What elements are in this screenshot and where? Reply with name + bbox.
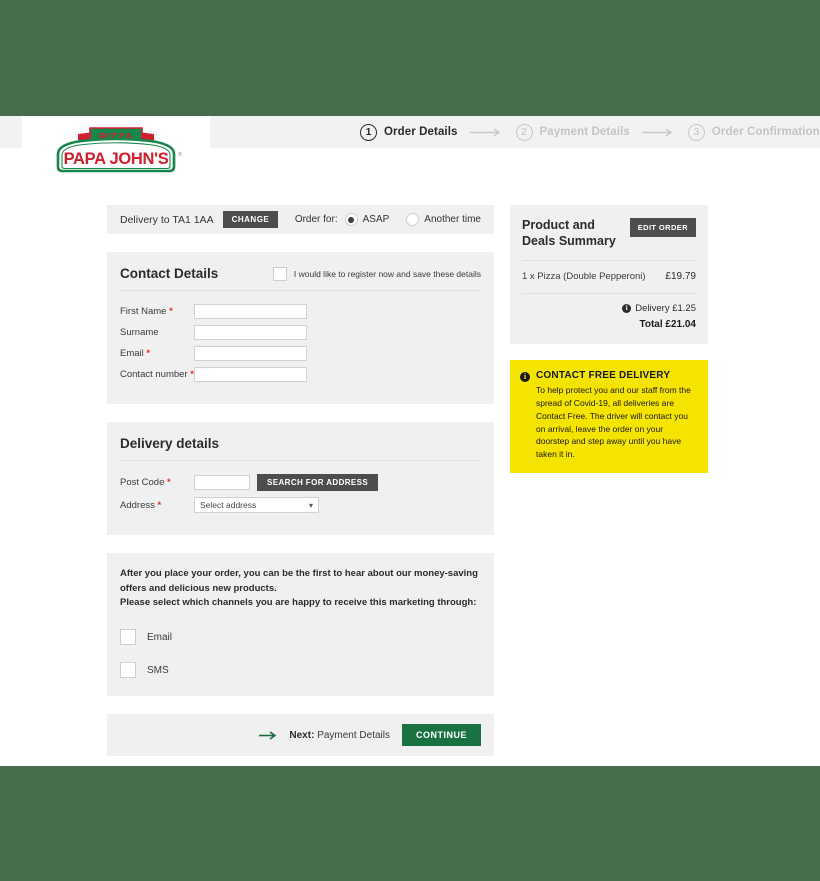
marketing-line-2: Please select which channels you are hap… <box>120 597 477 609</box>
field-row-surname: Surname <box>120 325 481 340</box>
postcode-label: Post Code * <box>120 477 171 488</box>
first-name-input[interactable] <box>194 304 307 319</box>
address-label: Address * <box>120 499 162 511</box>
order-for-label: Order for: <box>294 214 338 225</box>
radio-asap-label: ASAP <box>362 214 390 225</box>
contact-number-label: Contact number * <box>120 369 194 380</box>
info-icon: i <box>520 372 530 383</box>
address-select[interactable]: Select address ▾ <box>194 497 319 513</box>
delivery-address-bar: Delivery to TA1 1AA CHANGE Order for: AS… <box>107 205 494 234</box>
next-step-name: Payment Details <box>317 729 390 741</box>
info-icon[interactable]: i <box>622 304 632 314</box>
order-total-row: Total £21.04 <box>639 319 696 331</box>
delivery-details-header: Delivery details <box>120 436 481 461</box>
delivery-details-section: Delivery details Post Code * SEARCH FOR … <box>107 422 494 535</box>
radio-asap-input[interactable] <box>344 213 358 226</box>
svg-text:®: ® <box>178 151 182 158</box>
surname-label: Surname <box>120 327 159 338</box>
summary-totals: i Delivery £1.25 Total £21.04 <box>522 294 696 330</box>
delivery-details-title: Delivery details <box>120 436 220 451</box>
form-footer: Next: Payment Details CONTINUE <box>107 714 494 757</box>
first-name-label: First Name * <box>120 306 173 317</box>
page-sheet: PIZZA PAPA JOHN'S ® 1 Order Details 2 Pa… <box>0 116 820 766</box>
arrow-right-icon <box>259 731 279 740</box>
delivery-fee-row: i Delivery £1.25 <box>522 303 696 314</box>
marketing-preferences-section: After you place your order, you can be t… <box>107 553 494 697</box>
marketing-intro-text: After you place your order, you can be t… <box>120 567 481 611</box>
sms-marketing-label: SMS <box>147 664 169 676</box>
email-label: Email * <box>120 348 151 359</box>
radio-another-time-input[interactable] <box>406 213 420 226</box>
surname-input[interactable] <box>194 325 307 340</box>
next-step-text: Next: Payment Details <box>289 730 390 741</box>
step-arrow-icon <box>636 127 682 137</box>
step-payment-details[interactable]: 2 Payment Details <box>515 123 630 141</box>
svg-text:PAPA JOHN'S: PAPA JOHN'S <box>64 150 169 168</box>
contact-free-delivery-notice: i CONTACT FREE DELIVERY To help protect … <box>510 360 708 473</box>
edit-order-button[interactable]: EDIT ORDER <box>629 218 696 237</box>
notice-content: CONTACT FREE DELIVERY To help protect yo… <box>536 370 697 461</box>
product-deals-summary-panel: Product and Deals Summary EDIT ORDER 1 x… <box>510 205 708 345</box>
brand-logo[interactable]: PIZZA PAPA JOHN'S ® <box>22 116 210 182</box>
line-item-price: £19.79 <box>665 271 696 283</box>
address-select-value: Select address <box>200 500 257 510</box>
marketing-line-1: After you place your order, you can be t… <box>120 568 478 594</box>
change-address-button[interactable]: CHANGE <box>222 211 279 228</box>
step-number: 3 <box>687 123 705 141</box>
field-row-postcode: Post Code * SEARCH FOR ADDRESS <box>120 474 481 491</box>
checkout-form-column: Delivery to TA1 1AA CHANGE Order for: AS… <box>107 205 494 757</box>
summary-line-item: 1 x Pizza (Double Pepperoni) £19.79 <box>522 261 696 295</box>
field-row-first-name: First Name * <box>120 304 481 319</box>
order-summary-column: Product and Deals Summary EDIT ORDER 1 x… <box>510 205 708 473</box>
register-label: I would like to register now and save th… <box>293 268 481 279</box>
step-label: Order Details <box>384 126 458 138</box>
checkout-step-indicator: 1 Order Details 2 Payment Details 3 Orde… <box>360 116 820 148</box>
step-number: 2 <box>515 123 533 141</box>
register-checkbox[interactable] <box>272 266 287 281</box>
next-prefix: Next: <box>289 729 315 741</box>
contact-number-input[interactable] <box>194 367 307 382</box>
delivery-to-label: Delivery to TA1 1AA <box>120 213 214 226</box>
field-row-contact-number: Contact number * <box>120 367 481 382</box>
delivery-fee-text: Delivery £1.25 <box>635 303 696 315</box>
step-order-details[interactable]: 1 Order Details <box>360 123 458 141</box>
chevron-down-icon: ▾ <box>308 500 313 510</box>
step-label: Payment Details <box>539 126 630 138</box>
step-order-confirmation[interactable]: 3 Order Confirmation <box>687 123 820 141</box>
continue-button[interactable]: CONTINUE <box>402 724 481 747</box>
marketing-channel-sms[interactable]: SMS <box>120 662 481 679</box>
step-number: 1 <box>360 123 377 141</box>
notice-body: To help protect you and our staff from t… <box>536 385 691 459</box>
notice-title: CONTACT FREE DELIVERY <box>536 370 671 382</box>
line-item-name: 1 x Pizza (Double Pepperoni) <box>522 271 646 283</box>
step-label: Order Confirmation <box>711 126 820 138</box>
email-marketing-label: Email <box>147 631 173 643</box>
postcode-input[interactable] <box>194 475 250 490</box>
marketing-channel-email[interactable]: Email <box>120 629 481 646</box>
papa-johns-logo-icon: PIZZA PAPA JOHN'S ® <box>48 120 184 178</box>
contact-details-header: Contact Details I would like to register… <box>120 266 481 291</box>
contact-details-section: Contact Details I would like to register… <box>107 252 494 404</box>
contact-details-title: Contact Details <box>120 266 219 281</box>
field-row-address: Address * Select address ▾ <box>120 497 481 513</box>
register-checkbox-group[interactable]: I would like to register now and save th… <box>272 266 481 281</box>
email-field[interactable] <box>194 346 307 361</box>
order-timing-group: Order for: ASAP Another time <box>295 213 481 226</box>
step-arrow-icon <box>464 127 510 137</box>
radio-another-time-label: Another time <box>424 214 481 225</box>
summary-header: Product and Deals Summary EDIT ORDER <box>522 218 696 262</box>
radio-asap[interactable]: ASAP <box>344 213 390 226</box>
radio-another-time[interactable]: Another time <box>406 213 481 226</box>
field-row-email: Email * <box>120 346 481 361</box>
summary-title: Product and Deals Summary <box>522 218 616 248</box>
email-marketing-checkbox[interactable] <box>120 629 136 646</box>
search-for-address-button[interactable]: SEARCH FOR ADDRESS <box>257 474 379 491</box>
sms-marketing-checkbox[interactable] <box>120 662 136 679</box>
